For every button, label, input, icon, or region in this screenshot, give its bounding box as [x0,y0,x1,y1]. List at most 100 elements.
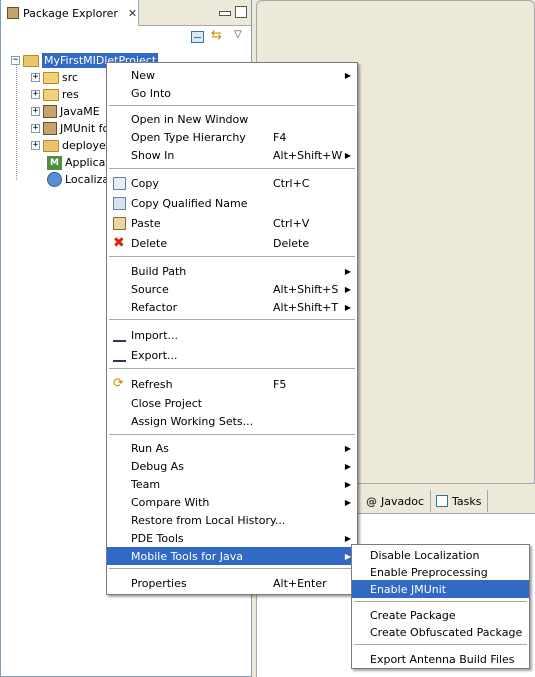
menu-item-label: Delete [131,236,168,250]
menu-item-compare-with[interactable]: Compare With ▶ [107,493,357,511]
menu-item-label: Source [131,282,169,296]
paste-icon [113,216,126,230]
menu-item-import[interactable]: Import... [107,326,357,344]
menu-item-source[interactable]: Source Alt+Shift+S ▶ [107,280,357,298]
menu-item-label: Open in New Window [131,112,249,126]
menu-item-copy[interactable]: Copy Ctrl+C [107,174,357,192]
submenu-arrow-icon: ▶ [344,479,351,489]
menu-item-label: Close Project [131,396,203,410]
midlet-m-icon: M [47,155,62,170]
view-tab-bar: Package Explorer ✕ [1,0,251,26]
menu-item-debug-as[interactable]: Debug As ▶ [107,457,357,475]
tree-item-deployed[interactable]: + deployed [31,137,113,154]
tree-item-src[interactable]: + src [31,69,78,86]
expand-expander-icon[interactable]: + [31,107,40,116]
expand-expander-icon[interactable]: + [31,124,40,133]
expand-expander-icon[interactable]: + [31,141,40,150]
menu-item-label: Disable Localization [370,548,480,562]
menu-item-label: Build Path [131,264,187,278]
menu-item-export[interactable]: Export... [107,346,357,364]
menu-item-label: Debug As [131,459,184,473]
refresh-icon: ⟳ [113,375,124,391]
jar-library-icon [43,122,57,135]
menu-separator [109,256,355,257]
jar-library-icon [43,105,57,118]
expand-expander-icon[interactable]: + [31,90,40,99]
javadoc-at-icon: @ [366,494,377,508]
close-icon[interactable]: ✕ [128,7,137,20]
menu-item-label: Mobile Tools for Java [131,549,244,563]
menu-item-shortcut: Alt+Shift+T [273,300,339,314]
menu-item-label: Show In [131,148,175,162]
menu-separator [354,644,527,645]
expand-expander-icon[interactable]: + [31,73,40,82]
bottom-tab-bar: @ Javadoc Tasks [354,488,535,514]
menu-item-label: Team [131,477,161,491]
submenu-arrow-icon: ▶ [344,266,351,276]
menu-item-label: Enable Preprocessing [370,565,488,579]
link-with-editor-icon[interactable]: ⇆ [211,28,224,43]
mobile-tools-submenu: Disable Localization Enable Preprocessin… [351,544,530,669]
tab-title: Package Explorer [23,6,118,20]
menu-item-mobile-tools-for-java[interactable]: Mobile Tools for Java ▶ [107,547,357,565]
menu-item-build-path[interactable]: Build Path ▶ [107,262,357,280]
tree-item-javame[interactable]: + JavaME [31,103,100,120]
menu-item-copy-qualified-name[interactable]: Copy Qualified Name [107,194,357,212]
menu-item-shortcut: Alt+Shift+S [273,282,339,296]
menu-item-show-in[interactable]: Show In Alt+Shift+W ▶ [107,146,357,164]
menu-item-label: Properties [131,576,187,590]
menu-item-open-type-hierarchy[interactable]: Open Type Hierarchy F4 [107,128,357,146]
view-menu-chevron-down-icon[interactable]: ▽ [234,29,247,41]
menu-item-label: Copy [131,176,159,190]
tree-item-label: src [62,71,79,84]
menu-item-shortcut: Ctrl+V [273,216,310,230]
tab-package-explorer[interactable]: Package Explorer ✕ [1,0,139,26]
tab-tasks[interactable]: Tasks [430,490,489,512]
menu-item-disable-localization[interactable]: Disable Localization [352,546,529,564]
submenu-arrow-icon: ▶ [344,284,351,294]
package-explorer-icon [7,7,19,19]
collapse-expander-icon[interactable]: − [11,56,20,65]
menu-item-team[interactable]: Team ▶ [107,475,357,493]
view-toolbar: ⇆ ▽ [1,26,251,48]
tree-item-application[interactable]: M Applicati [47,154,113,171]
delete-icon: ✖ [113,234,125,251]
submenu-arrow-icon: ▶ [344,533,351,543]
menu-item-restore-from-local-history[interactable]: Restore from Local History... [107,511,357,529]
menu-item-paste[interactable]: Paste Ctrl+V [107,214,357,232]
maximize-button[interactable] [235,6,247,18]
collapse-all-icon[interactable] [191,31,204,43]
menu-item-delete[interactable]: ✖ Delete Delete [107,234,357,252]
menu-item-go-into[interactable]: Go Into [107,84,357,102]
menu-item-label: Import... [131,328,178,342]
menu-item-create-obfuscated-package[interactable]: Create Obfuscated Package [352,623,529,641]
menu-separator [109,368,355,369]
menu-item-export-antenna-build-files[interactable]: Export Antenna Build Files [352,650,529,668]
menu-item-label: Enable JMUnit [370,582,447,596]
menu-item-refresh[interactable]: ⟳ Refresh F5 [107,375,357,393]
menu-item-refactor[interactable]: Refactor Alt+Shift+T ▶ [107,298,357,316]
menu-separator [109,168,355,169]
tree-item-res[interactable]: + res [31,86,79,103]
menu-item-close-project[interactable]: Close Project [107,394,357,412]
submenu-arrow-icon: ▶ [344,150,351,160]
menu-item-label: New [131,68,155,82]
menu-item-shortcut: Ctrl+C [273,176,310,190]
menu-item-enable-preprocessing[interactable]: Enable Preprocessing [352,563,529,581]
menu-item-assign-working-sets[interactable]: Assign Working Sets... [107,412,357,430]
menu-item-properties[interactable]: Properties Alt+Enter [107,574,357,592]
minimize-button[interactable] [219,11,231,16]
tab-javadoc[interactable]: @ Javadoc [360,490,431,512]
submenu-arrow-icon: ▶ [344,443,351,453]
menu-item-shortcut: F4 [273,130,287,144]
menu-item-new[interactable]: New ▶ [107,66,357,84]
menu-item-open-in-new-window[interactable]: Open in New Window [107,110,357,128]
tree-item-jmunit[interactable]: + JMUnit fo [31,120,109,137]
menu-item-pde-tools[interactable]: PDE Tools ▶ [107,529,357,547]
menu-item-shortcut: Alt+Enter [273,576,327,590]
menu-item-enable-jmunit[interactable]: Enable JMUnit [352,580,529,598]
menu-item-run-as[interactable]: Run As ▶ [107,439,357,457]
menu-item-label: Refactor [131,300,178,314]
menu-item-shortcut: Delete [273,236,310,250]
menu-item-create-package[interactable]: Create Package [352,606,529,624]
